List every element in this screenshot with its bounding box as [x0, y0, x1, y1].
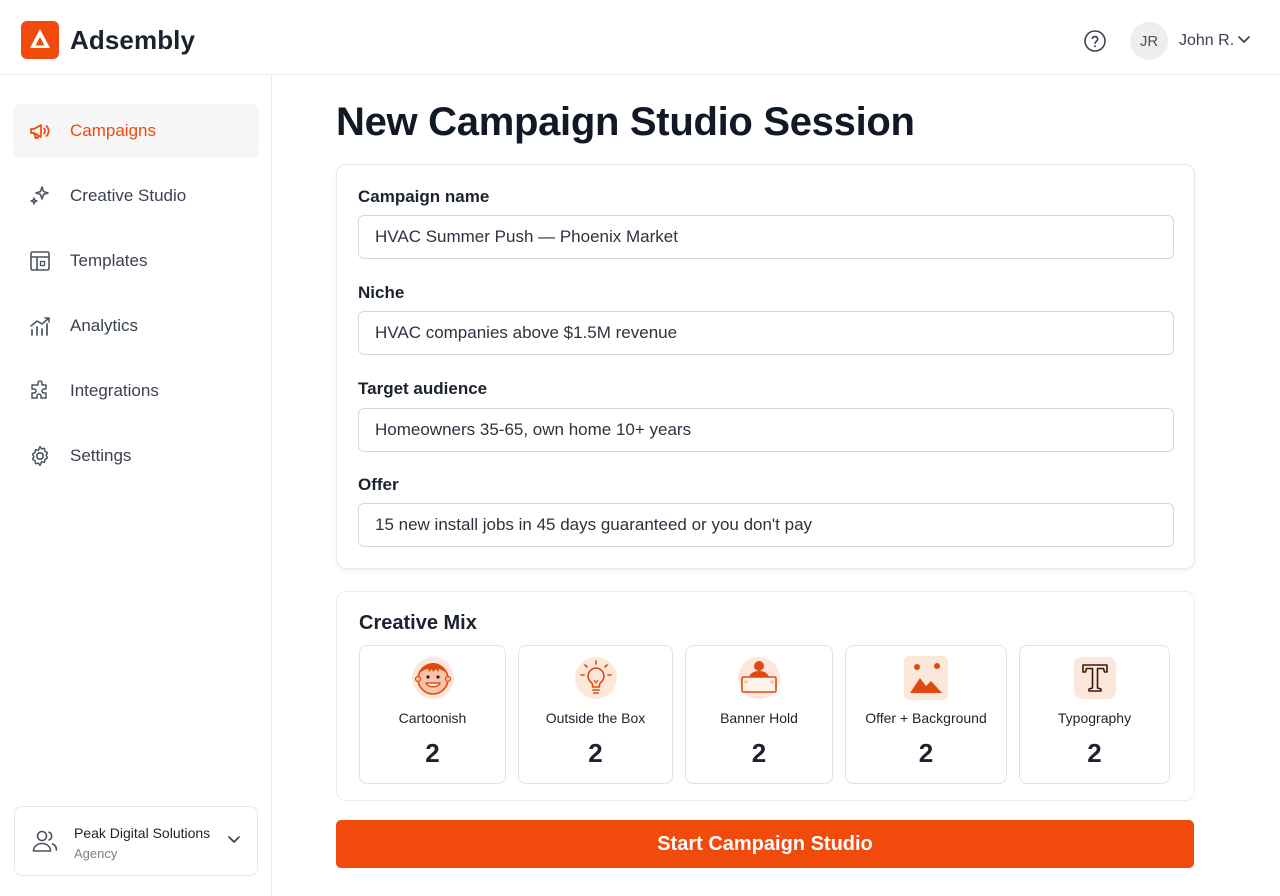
creative-mix-tile-cartoonish[interactable]: Cartoonish 2 — [359, 645, 506, 784]
page-title: New Campaign Studio Session — [336, 100, 915, 144]
target-audience-input[interactable] — [358, 408, 1174, 452]
tile-label: Typography — [1057, 710, 1132, 726]
sidebar-item-integrations[interactable]: Integrations — [13, 364, 259, 418]
target-audience-label: Target audience — [358, 379, 488, 398]
sidebar-item-settings[interactable]: Settings — [13, 429, 259, 483]
sidebar-item-templates[interactable]: Templates — [13, 234, 259, 288]
user-name[interactable]: John R. — [1179, 32, 1234, 50]
creative-mix-panel: Creative Mix Cartoonish 2 Outside the Bo… — [336, 591, 1195, 801]
brand-logo-icon — [30, 29, 50, 48]
cartoon-face-icon — [411, 657, 454, 699]
sidebar-item-label: Creative Studio — [70, 186, 187, 205]
niche-input[interactable] — [358, 311, 1174, 355]
creative-mix-tile-outside-the-box[interactable]: Outside the Box 2 — [518, 645, 673, 784]
sidebar-item-label: Analytics — [70, 316, 139, 335]
tile-label: Offer + Background — [865, 710, 987, 726]
chevron-down-icon[interactable] — [1237, 35, 1251, 45]
organization-switcher[interactable]: Peak Digital Solutions Agency — [14, 806, 258, 876]
chart-icon — [30, 317, 50, 336]
users-icon — [32, 830, 58, 852]
top-header: Adsembly JR John R. — [0, 0, 1280, 75]
tile-count: 2 — [588, 738, 603, 768]
template-icon — [30, 251, 50, 271]
tile-label: Banner Hold — [720, 710, 798, 726]
lightbulb-icon — [574, 657, 617, 699]
creative-mix-tile-banner-hold[interactable]: Banner Hold 2 — [685, 645, 833, 784]
offer-input[interactable] — [358, 503, 1174, 547]
sidebar-item-campaigns[interactable]: Campaigns — [13, 104, 259, 158]
tile-label: Cartoonish — [398, 710, 467, 726]
typography-icon — [1073, 657, 1116, 699]
puzzle-icon — [31, 380, 47, 399]
gear-icon — [31, 445, 49, 467]
sidebar-item-label: Campaigns — [70, 121, 156, 140]
tile-count: 2 — [918, 738, 934, 768]
tile-count: 2 — [425, 738, 440, 768]
sidebar-item-label: Settings — [70, 446, 132, 465]
help-icon[interactable] — [1083, 29, 1107, 53]
tile-label: Outside the Box — [545, 710, 646, 726]
organization-type: Agency — [74, 846, 118, 861]
brand-name: Adsembly — [70, 25, 196, 55]
tile-count: 2 — [1087, 738, 1102, 768]
campaign-name-label: Campaign name — [358, 187, 490, 206]
landscape-image-icon — [904, 656, 948, 700]
sidebar: Campaigns Creative Studio Templates Anal… — [0, 75, 272, 896]
chevron-down-icon[interactable] — [227, 835, 241, 845]
niche-label: Niche — [358, 283, 405, 302]
sidebar-item-analytics[interactable]: Analytics — [13, 299, 259, 353]
megaphone-icon — [30, 124, 50, 139]
user-avatar[interactable]: JR — [1130, 22, 1168, 60]
creative-mix-title: Creative Mix — [359, 612, 477, 634]
start-campaign-studio-button[interactable]: Start Campaign Studio — [336, 820, 1194, 868]
person-banner-icon — [738, 657, 780, 699]
sidebar-item-label: Integrations — [70, 381, 159, 400]
sparkles-icon — [30, 186, 49, 205]
sidebar-item-label: Templates — [70, 251, 148, 270]
campaign-name-input[interactable] — [358, 215, 1174, 259]
creative-mix-tile-offer-background[interactable]: Offer + Background 2 — [845, 645, 1007, 784]
organization-name: Peak Digital Solutions — [74, 825, 211, 841]
creative-mix-tile-typography[interactable]: Typography 2 — [1019, 645, 1170, 784]
offer-label: Offer — [358, 475, 399, 494]
campaign-details-form: Campaign name Niche Target audience Offe… — [336, 164, 1195, 569]
sidebar-item-creative-studio[interactable]: Creative Studio — [13, 169, 259, 223]
tile-count: 2 — [751, 738, 767, 768]
brand-logo[interactable] — [21, 21, 59, 59]
